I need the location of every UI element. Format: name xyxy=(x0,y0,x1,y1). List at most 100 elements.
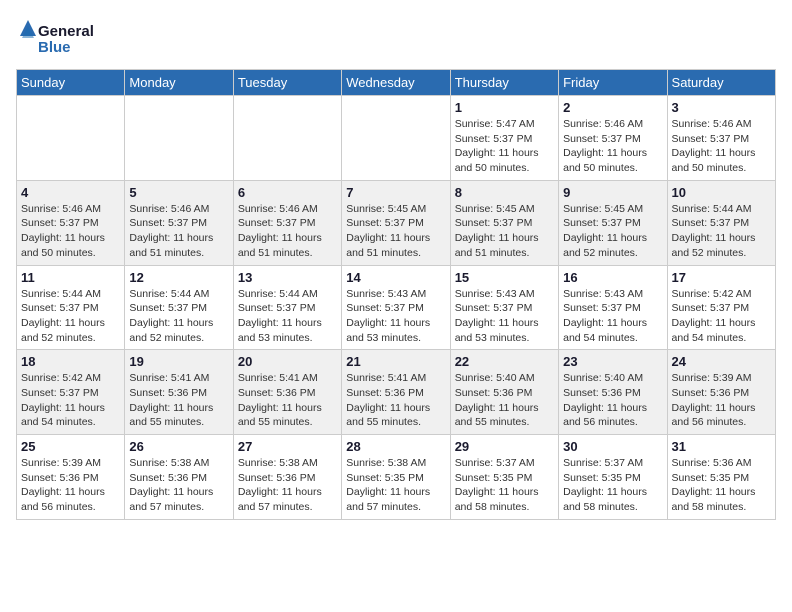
day-info: Sunrise: 5:46 AM Sunset: 5:37 PM Dayligh… xyxy=(563,117,662,176)
calendar-day-12: 12 Sunrise: 5:44 AM Sunset: 5:37 PM Dayli… xyxy=(125,265,233,350)
day-info: Sunrise: 5:42 AM Sunset: 5:37 PM Dayligh… xyxy=(672,287,771,346)
day-number: 31 xyxy=(672,439,771,454)
weekday-header-monday: Monday xyxy=(125,70,233,96)
weekday-header-thursday: Thursday xyxy=(450,70,558,96)
day-info: Sunrise: 5:46 AM Sunset: 5:37 PM Dayligh… xyxy=(129,202,228,261)
day-number: 26 xyxy=(129,439,228,454)
svg-text:Blue: Blue xyxy=(38,39,71,56)
calendar-day-16: 16 Sunrise: 5:43 AM Sunset: 5:37 PM Dayli… xyxy=(559,265,667,350)
calendar-day-14: 14 Sunrise: 5:43 AM Sunset: 5:37 PM Dayli… xyxy=(342,265,450,350)
day-info: Sunrise: 5:42 AM Sunset: 5:37 PM Dayligh… xyxy=(21,371,120,430)
day-number: 1 xyxy=(455,100,554,115)
day-info: Sunrise: 5:45 AM Sunset: 5:37 PM Dayligh… xyxy=(346,202,445,261)
day-info: Sunrise: 5:44 AM Sunset: 5:37 PM Dayligh… xyxy=(21,287,120,346)
calendar-day-13: 13 Sunrise: 5:44 AM Sunset: 5:37 PM Dayli… xyxy=(233,265,341,350)
day-number: 10 xyxy=(672,185,771,200)
day-number: 8 xyxy=(455,185,554,200)
day-info: Sunrise: 5:36 AM Sunset: 5:35 PM Dayligh… xyxy=(672,456,771,515)
day-info: Sunrise: 5:39 AM Sunset: 5:36 PM Dayligh… xyxy=(672,371,771,430)
calendar-day-2: 2 Sunrise: 5:46 AM Sunset: 5:37 PM Daylig… xyxy=(559,96,667,181)
calendar-day-5: 5 Sunrise: 5:46 AM Sunset: 5:37 PM Daylig… xyxy=(125,180,233,265)
day-info: Sunrise: 5:45 AM Sunset: 5:37 PM Dayligh… xyxy=(563,202,662,261)
day-info: Sunrise: 5:43 AM Sunset: 5:37 PM Dayligh… xyxy=(455,287,554,346)
day-info: Sunrise: 5:46 AM Sunset: 5:37 PM Dayligh… xyxy=(238,202,337,261)
calendar-day-28: 28Sunrise: 5:38 AM Sunset: 5:35 PM Dayli… xyxy=(342,435,450,520)
svg-text:General: General xyxy=(38,23,94,40)
day-number: 12 xyxy=(129,270,228,285)
calendar-day-25: 25 Sunrise: 5:39 AM Sunset: 5:36 PM Dayli… xyxy=(17,435,125,520)
day-info: Sunrise: 5:44 AM Sunset: 5:37 PM Dayligh… xyxy=(129,287,228,346)
day-info: Sunrise: 5:41 AM Sunset: 5:36 PM Dayligh… xyxy=(129,371,228,430)
day-info: Sunrise: 5:40 AM Sunset: 5:36 PM Dayligh… xyxy=(455,371,554,430)
calendar-day-21: 21Sunrise: 5:41 AM Sunset: 5:36 PM Dayli… xyxy=(342,350,450,435)
day-number: 30 xyxy=(563,439,662,454)
calendar-day-17: 17 Sunrise: 5:42 AM Sunset: 5:37 PM Dayli… xyxy=(667,265,775,350)
day-info: Sunrise: 5:45 AM Sunset: 5:37 PM Dayligh… xyxy=(455,202,554,261)
calendar-day-20: 20 Sunrise: 5:41 AM Sunset: 5:36 PM Dayli… xyxy=(233,350,341,435)
day-info: Sunrise: 5:37 AM Sunset: 5:35 PM Dayligh… xyxy=(563,456,662,515)
calendar-week-row: 11 Sunrise: 5:44 AM Sunset: 5:37 PM Dayli… xyxy=(17,265,776,350)
calendar-day-31: 31 Sunrise: 5:36 AM Sunset: 5:35 PM Dayli… xyxy=(667,435,775,520)
day-info: Sunrise: 5:40 AM Sunset: 5:36 PM Dayligh… xyxy=(563,371,662,430)
day-number: 9 xyxy=(563,185,662,200)
day-info: Sunrise: 5:46 AM Sunset: 5:37 PM Dayligh… xyxy=(672,117,771,176)
day-info: Sunrise: 5:41 AM Sunset: 5:36 PM Dayligh… xyxy=(238,371,337,430)
weekday-header-friday: Friday xyxy=(559,70,667,96)
day-number: 25 xyxy=(21,439,120,454)
calendar-day-18: 18Sunrise: 5:42 AM Sunset: 5:37 PM Dayli… xyxy=(17,350,125,435)
day-number: 7 xyxy=(346,185,445,200)
weekday-header-sunday: Sunday xyxy=(17,70,125,96)
calendar-day-11: 11 Sunrise: 5:44 AM Sunset: 5:37 PM Dayli… xyxy=(17,265,125,350)
day-number: 6 xyxy=(238,185,337,200)
calendar-day-1: 1 Sunrise: 5:47 AM Sunset: 5:37 PM Daylig… xyxy=(450,96,558,181)
calendar-day-9: 9 Sunrise: 5:45 AM Sunset: 5:37 PM Daylig… xyxy=(559,180,667,265)
day-info: Sunrise: 5:38 AM Sunset: 5:36 PM Dayligh… xyxy=(238,456,337,515)
calendar-week-row: 18Sunrise: 5:42 AM Sunset: 5:37 PM Dayli… xyxy=(17,350,776,435)
calendar-day-7: 7 Sunrise: 5:45 AM Sunset: 5:37 PM Daylig… xyxy=(342,180,450,265)
day-info: Sunrise: 5:46 AM Sunset: 5:37 PM Dayligh… xyxy=(21,202,120,261)
calendar-day-26: 26Sunrise: 5:38 AM Sunset: 5:36 PM Dayli… xyxy=(125,435,233,520)
day-number: 13 xyxy=(238,270,337,285)
calendar-week-row: 4Sunrise: 5:46 AM Sunset: 5:37 PM Daylig… xyxy=(17,180,776,265)
calendar-empty-cell xyxy=(125,96,233,181)
day-info: Sunrise: 5:44 AM Sunset: 5:37 PM Dayligh… xyxy=(238,287,337,346)
weekday-header-tuesday: Tuesday xyxy=(233,70,341,96)
calendar-day-6: 6 Sunrise: 5:46 AM Sunset: 5:37 PM Daylig… xyxy=(233,180,341,265)
day-number: 11 xyxy=(21,270,120,285)
day-number: 14 xyxy=(346,270,445,285)
day-number: 15 xyxy=(455,270,554,285)
calendar-day-24: 24 Sunrise: 5:39 AM Sunset: 5:36 PM Dayli… xyxy=(667,350,775,435)
day-info: Sunrise: 5:43 AM Sunset: 5:37 PM Dayligh… xyxy=(563,287,662,346)
day-number: 24 xyxy=(672,354,771,369)
calendar-day-3: 3Sunrise: 5:46 AM Sunset: 5:37 PM Daylig… xyxy=(667,96,775,181)
day-info: Sunrise: 5:43 AM Sunset: 5:37 PM Dayligh… xyxy=(346,287,445,346)
calendar-day-30: 30 Sunrise: 5:37 AM Sunset: 5:35 PM Dayli… xyxy=(559,435,667,520)
day-number: 23 xyxy=(563,354,662,369)
weekday-header-saturday: Saturday xyxy=(667,70,775,96)
weekday-header-wednesday: Wednesday xyxy=(342,70,450,96)
logo-svg: General Blue xyxy=(16,16,106,61)
day-number: 2 xyxy=(563,100,662,115)
day-number: 22 xyxy=(455,354,554,369)
day-info: Sunrise: 5:44 AM Sunset: 5:37 PM Dayligh… xyxy=(672,202,771,261)
calendar-day-22: 22 Sunrise: 5:40 AM Sunset: 5:36 PM Dayli… xyxy=(450,350,558,435)
day-number: 27 xyxy=(238,439,337,454)
page-header: General Blue xyxy=(16,16,776,61)
calendar-week-row: 1 Sunrise: 5:47 AM Sunset: 5:37 PM Daylig… xyxy=(17,96,776,181)
day-number: 5 xyxy=(129,185,228,200)
calendar-day-8: 8 Sunrise: 5:45 AM Sunset: 5:37 PM Daylig… xyxy=(450,180,558,265)
calendar-day-27: 27 Sunrise: 5:38 AM Sunset: 5:36 PM Dayli… xyxy=(233,435,341,520)
day-number: 21 xyxy=(346,354,445,369)
calendar-empty-cell xyxy=(17,96,125,181)
day-number: 17 xyxy=(672,270,771,285)
day-number: 20 xyxy=(238,354,337,369)
calendar-table: SundayMondayTuesdayWednesdayThursdayFrid… xyxy=(16,69,776,520)
calendar-empty-cell xyxy=(342,96,450,181)
calendar-week-row: 25 Sunrise: 5:39 AM Sunset: 5:36 PM Dayli… xyxy=(17,435,776,520)
calendar-day-19: 19Sunrise: 5:41 AM Sunset: 5:36 PM Dayli… xyxy=(125,350,233,435)
day-info: Sunrise: 5:39 AM Sunset: 5:36 PM Dayligh… xyxy=(21,456,120,515)
day-number: 16 xyxy=(563,270,662,285)
day-info: Sunrise: 5:47 AM Sunset: 5:37 PM Dayligh… xyxy=(455,117,554,176)
calendar-day-4: 4Sunrise: 5:46 AM Sunset: 5:37 PM Daylig… xyxy=(17,180,125,265)
day-info: Sunrise: 5:38 AM Sunset: 5:35 PM Dayligh… xyxy=(346,456,445,515)
